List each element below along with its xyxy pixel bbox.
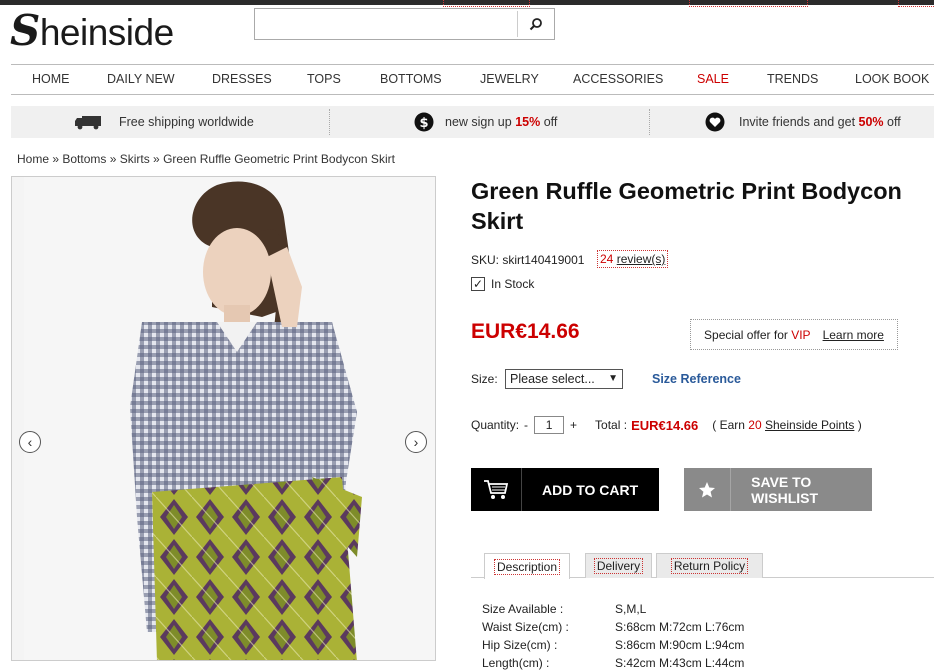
arrow-left-icon[interactable]: ‹ <box>19 431 41 453</box>
stock-status: ✓ In Stock <box>471 277 534 291</box>
breadcrumb: Home » Bottoms » Skirts » Green Ruffle G… <box>17 152 395 166</box>
logo[interactable]: Sheinside <box>10 6 174 55</box>
vip-offer-box: Special offer for VIP Learn more <box>690 319 898 350</box>
total-label: Total : <box>595 418 628 432</box>
review-label: review(s) <box>616 252 666 266</box>
spec-value: S:68cm M:72cm L:76cm <box>615 620 745 634</box>
promo-divider <box>649 109 650 135</box>
breadcrumb-current: Green Ruffle Geometric Print Bodycon Ski… <box>163 152 395 166</box>
cart-icon <box>471 468 522 511</box>
tab-delivery-label: Delivery <box>593 558 644 574</box>
nav-tops[interactable]: TOPS <box>307 72 341 86</box>
star-icon <box>684 468 732 511</box>
nav-jewelry[interactable]: JEWELRY <box>480 72 539 86</box>
nav-accessories[interactable]: ACCESSORIES <box>573 72 663 86</box>
nav-home[interactable]: HOME <box>32 72 70 86</box>
stock-text: In Stock <box>491 277 535 291</box>
heart-icon <box>705 112 725 132</box>
size-select-value: Please select... <box>510 372 595 386</box>
breadcrumb-home[interactable]: Home <box>17 152 49 166</box>
truck-icon <box>75 116 101 130</box>
spec-key: Length(cm) : <box>482 656 550 670</box>
arrow-right-icon[interactable]: › <box>405 431 427 453</box>
dollar-icon: $ <box>414 112 434 132</box>
header-link-placeholder[interactable] <box>443 0 530 7</box>
promo-shipping[interactable]: Free shipping worldwide <box>74 106 254 138</box>
total-value: EUR€14.66 <box>631 417 699 433</box>
sku-value: skirt140419001 <box>502 253 585 267</box>
review-count: 24 <box>600 252 614 266</box>
save-to-wishlist-button[interactable]: SAVE TO WISHLIST <box>684 468 872 511</box>
spec-value: S:86cm M:90cm L:94cm <box>615 638 745 652</box>
spec-key: Waist Size(cm) : <box>482 620 569 634</box>
add-to-cart-button[interactable]: ADD TO CART <box>471 468 659 511</box>
spec-row: Length(cm) : S:42cm M:43cm L:44cm <box>482 654 744 672</box>
breadcrumb-bottoms[interactable]: Bottoms <box>62 152 106 166</box>
tab-description-label: Description <box>493 558 561 575</box>
spec-value: S:42cm M:43cm L:44cm <box>615 656 745 670</box>
product-image-gallery[interactable]: ‹ › <box>11 176 436 661</box>
nav-daily-new[interactable]: DAILY NEW <box>107 72 175 86</box>
promo-invite[interactable]: Invite friends and get 50% off <box>705 106 901 138</box>
sku: SKU: skirt140419001 <box>471 253 584 267</box>
spec-row: Size Available : S,M,L <box>482 600 744 618</box>
spec-value: S,M,L <box>615 602 647 616</box>
product-specs: Size Available : S,M,L Waist Size(cm) : S:… <box>482 600 744 672</box>
nav-dresses[interactable]: DRESSES <box>212 72 272 86</box>
learn-more-link[interactable]: Learn more <box>823 328 884 342</box>
header-link-placeholder[interactable] <box>689 0 808 7</box>
svg-text:$: $ <box>419 116 428 131</box>
promo-divider <box>329 109 330 135</box>
tab-return-policy-label: Return Policy <box>670 558 749 574</box>
search-button[interactable] <box>517 11 554 37</box>
nav-bottoms[interactable]: BOTTOMS <box>380 72 442 86</box>
spec-row: Hip Size(cm) : S:86cm M:90cm L:94cm <box>482 636 744 654</box>
breadcrumb-skirts[interactable]: Skirts <box>120 152 150 166</box>
header-link-placeholder[interactable] <box>898 0 934 7</box>
tab-delivery[interactable]: Delivery <box>585 553 652 578</box>
earn-points: ( Earn 20 Sheinside Points ) <box>712 418 862 432</box>
spec-row: Waist Size(cm) : S:68cm M:72cm L:76cm <box>482 618 744 636</box>
quantity-minus-button[interactable]: - <box>524 418 528 432</box>
nav-sale[interactable]: SALE <box>697 72 729 86</box>
tab-description[interactable]: Description <box>484 553 570 579</box>
sku-label: SKU: <box>471 253 500 267</box>
reviews-link[interactable]: 24 review(s) <box>597 250 669 268</box>
quantity-input[interactable]: 1 <box>534 416 565 434</box>
sheinside-points-link[interactable]: Sheinside Points <box>765 418 854 432</box>
logo-initial: S <box>10 6 40 55</box>
nav-trends[interactable]: TRENDS <box>767 72 818 86</box>
spec-key: Hip Size(cm) : <box>482 638 558 652</box>
tab-return-policy[interactable]: Return Policy <box>656 553 763 578</box>
search-input[interactable] <box>254 8 555 40</box>
search-icon <box>529 18 542 31</box>
promo-shipping-text: Free shipping worldwide <box>119 115 254 129</box>
promo-signup-text: new sign up 15% off <box>445 115 558 129</box>
checkbox-icon: ✓ <box>471 277 485 291</box>
offer-text: Special offer for VIP <box>704 327 811 342</box>
spec-key: Size Available : <box>482 602 564 616</box>
size-reference-link[interactable]: Size Reference <box>652 372 741 386</box>
quantity-plus-button[interactable]: + <box>570 418 577 432</box>
save-to-wishlist-label: SAVE TO WISHLIST <box>751 473 819 506</box>
promo-signup[interactable]: $ new sign up 15% off <box>414 106 557 138</box>
quantity-row: Quantity: - 1 + Total : EUR€14.66 ( Earn… <box>471 416 862 434</box>
product-image <box>24 177 435 660</box>
size-select[interactable]: Please select... ▼ <box>505 369 623 389</box>
nav-look-book[interactable]: LOOK BOOK <box>855 72 929 86</box>
dropdown-arrow-icon: ▼ <box>608 373 618 384</box>
promo-invite-text: Invite friends and get 50% off <box>739 115 901 129</box>
size-label: Size: <box>471 372 498 386</box>
main-nav: HOME DAILY NEW DRESSES TOPS BOTTOMS JEWE… <box>11 64 934 95</box>
logo-text: heinside <box>39 12 174 53</box>
add-to-cart-label: ADD TO CART <box>542 481 639 498</box>
price: EUR€14.66 <box>471 320 580 343</box>
promo-bar: Free shipping worldwide $ new sign up 15… <box>11 106 934 138</box>
product-title: Green Ruffle Geometric Print Bodycon Ski… <box>471 178 902 234</box>
quantity-label: Quantity: <box>471 418 520 432</box>
